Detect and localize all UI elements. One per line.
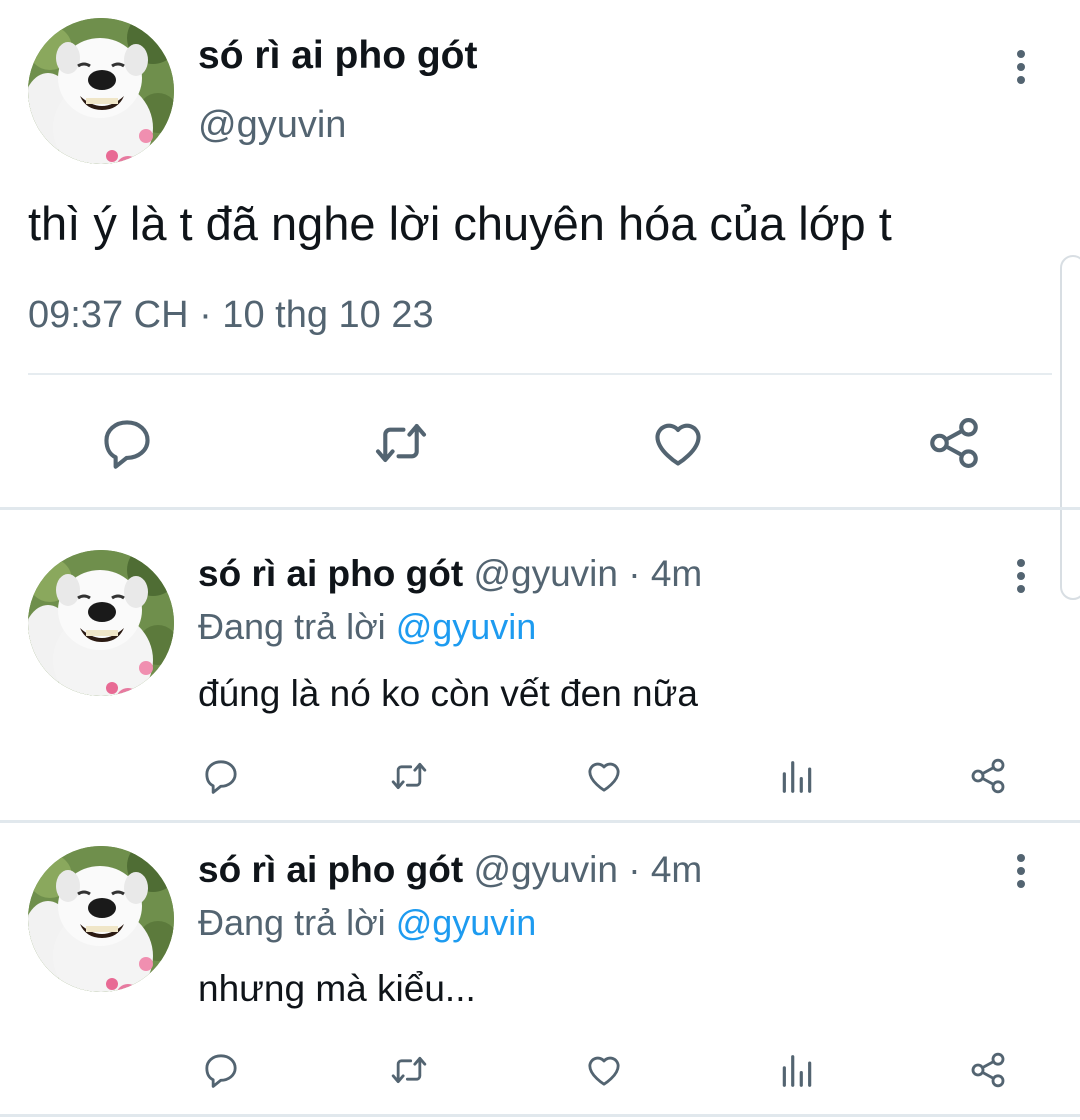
retweet-icon[interactable] [387,756,431,796]
handle-time: @gyuvin · 4m [473,553,703,594]
tweet-timestamp[interactable]: 09:37 CH · 10 thg 10 23 [28,294,434,337]
reply-icon[interactable] [201,1050,241,1090]
replying-to: Đang trả lời @gyuvin [198,902,536,944]
avatar[interactable] [28,18,174,164]
more-options-icon[interactable] [1011,556,1031,596]
dog-avatar-icon [28,846,174,992]
analytics-icon[interactable] [778,758,816,796]
share-icon[interactable] [968,756,1008,796]
dog-avatar-icon [28,18,174,164]
like-icon[interactable] [584,756,624,796]
handle-time: @gyuvin · 4m [473,849,703,890]
replying-prefix: Đang trả lời [198,606,386,647]
divider [0,1114,1080,1117]
analytics-icon[interactable] [778,1052,816,1090]
tweet-text: đúng là nó ko còn vết đen nữa [198,673,698,714]
mention-link[interactable]: @gyuvin [396,606,537,647]
tweet-text: nhưng mà kiểu... [198,968,476,1009]
scrollbar[interactable] [1060,255,1080,600]
replying-to: Đang trả lời @gyuvin [198,606,536,648]
display-name[interactable]: só rì ai pho gót [198,553,463,594]
replying-prefix: Đang trả lời [198,902,386,943]
tweet-text: thì ý là t đã nghe lời chuyên hóa của lớ… [28,197,892,250]
like-icon[interactable] [649,414,707,472]
divider [0,820,1080,823]
user-handle[interactable]: @gyuvin [198,104,346,147]
reply-header: só rì ai pho gót @gyuvin · 4m [198,553,702,595]
like-icon[interactable] [584,1050,624,1090]
divider [0,507,1080,510]
reply-icon[interactable] [98,414,156,472]
avatar[interactable] [28,846,174,992]
share-icon[interactable] [968,1050,1008,1090]
avatar[interactable] [28,550,174,696]
dog-avatar-icon [28,550,174,696]
display-name[interactable]: só rì ai pho gót [198,34,478,78]
retweet-icon[interactable] [387,1050,431,1090]
divider [28,373,1052,375]
mention-link[interactable]: @gyuvin [396,902,537,943]
retweet-icon[interactable] [370,414,432,472]
more-options-icon[interactable] [1011,851,1031,891]
more-options-icon[interactable] [1011,47,1031,87]
reply-icon[interactable] [201,756,241,796]
share-icon[interactable] [925,414,983,472]
display-name[interactable]: só rì ai pho gót [198,849,463,890]
reply-header: só rì ai pho gót @gyuvin · 4m [198,849,702,891]
